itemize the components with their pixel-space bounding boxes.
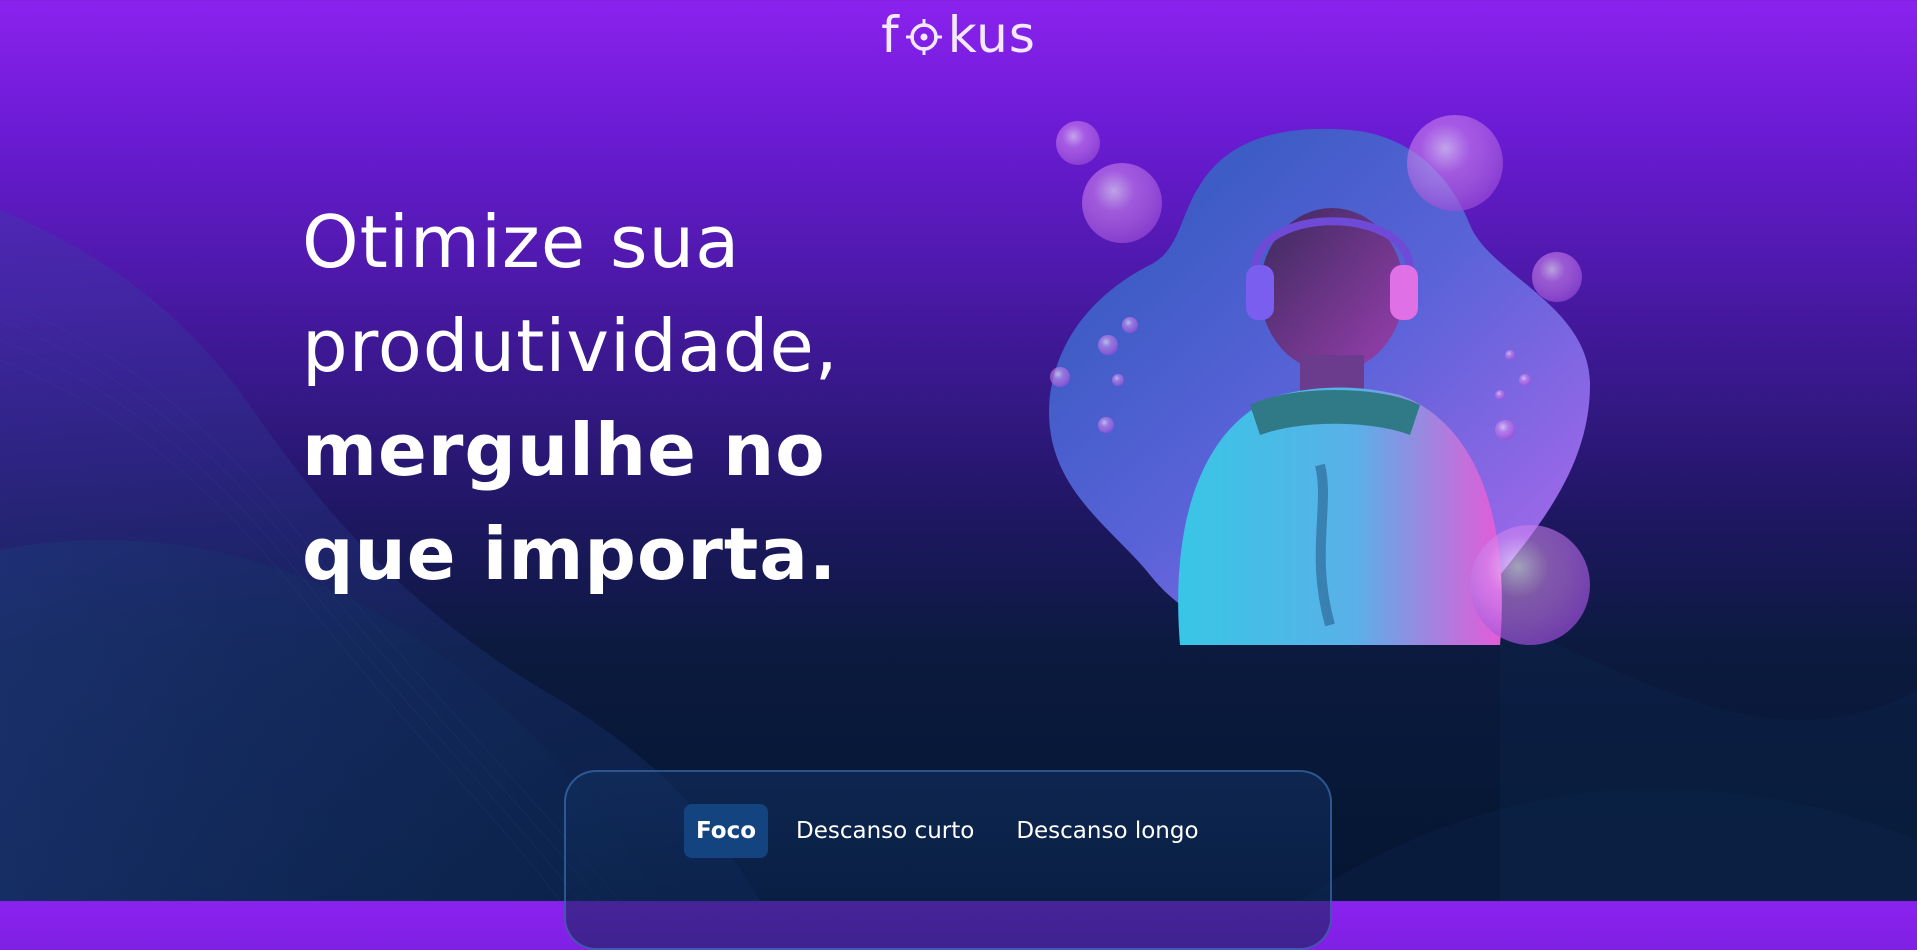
hero-line-3: mergulhe no (302, 408, 826, 492)
hero-line-1: Otimize sua (302, 200, 741, 284)
hero-line-2: produtividade, (302, 304, 839, 388)
timer-mode-tabs: Foco Descanso curto Descanso longo (684, 804, 1209, 858)
tab-descanso-curto[interactable]: Descanso curto (786, 804, 984, 858)
logo-text-suffix: kus (947, 6, 1036, 64)
tab-descanso-longo[interactable]: Descanso longo (1006, 804, 1208, 858)
hero-illustration (1049, 115, 1590, 646)
fokus-logo[interactable]: f kus (881, 10, 1036, 60)
crosshair-target-icon (902, 13, 946, 57)
timer-card: Foco Descanso curto Descanso longo (564, 770, 1332, 950)
hero-line-4: que importa. (302, 512, 838, 596)
background-waves (0, 210, 1917, 901)
site-header: f kus (0, 0, 1917, 70)
logo-text-prefix: f (881, 6, 900, 64)
tab-foco[interactable]: Foco (684, 804, 769, 858)
hero-heading: Otimize sua produtividade, mergulhe no q… (302, 190, 839, 606)
